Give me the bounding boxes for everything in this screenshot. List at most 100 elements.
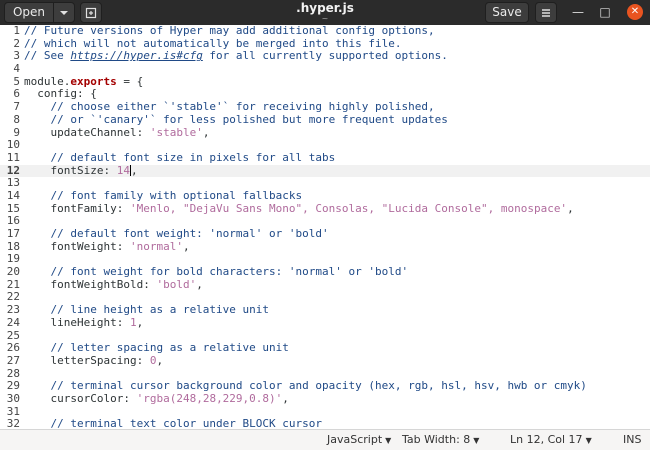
header-bar: Open .hyper.js ~ Save — □ ✕ <box>0 0 650 25</box>
line-text: letterSpacing: 0, <box>24 354 163 367</box>
line-text: fontWeightBold: 'bold', <box>24 277 203 291</box>
line-number: 20 <box>6 265 20 279</box>
gedit-window: Open .hyper.js ~ Save — □ ✕ 1 // Future v… <box>0 0 650 450</box>
code-line: 9 updateChannel: 'stable', <box>0 126 650 140</box>
save-button[interactable]: Save <box>485 2 529 23</box>
comment-text: // Future versions of Hyper may add addi… <box>24 25 435 37</box>
comment-link[interactable]: https://hyper.is#cfg <box>70 49 202 63</box>
punctuation: , <box>202 125 210 139</box>
code-line: 15 fontFamily: 'Menlo, "DejaVu Sans Mono… <box>0 201 650 216</box>
code-line: 5 module.exports = { <box>0 75 650 89</box>
property-value: 'bold' <box>156 277 197 291</box>
punctuation: , <box>156 353 164 367</box>
cursor-position-label: Ln 12, Col 17 <box>510 433 583 446</box>
status-bar: JavaScript ▼ Tab Width: 8 ▼ Ln 12, Col 17 ▼… <box>0 429 650 450</box>
property-key: letterSpacing: <box>24 353 150 367</box>
line-text: module.exports = { <box>24 75 143 88</box>
open-button[interactable]: Open <box>4 2 54 23</box>
line-number: 23 <box>6 303 20 317</box>
insert-mode-indicator: INS <box>623 433 642 446</box>
menu-button[interactable] <box>535 2 557 23</box>
line-number: 7 <box>13 100 20 114</box>
property-key: fontFamily: <box>24 201 130 215</box>
keyword: exports <box>70 74 117 88</box>
punctuation: , <box>136 315 144 329</box>
punctuation: , <box>282 391 289 405</box>
tab-width-label: Tab Width: 8 <box>402 433 471 446</box>
line-number: 11 <box>6 150 20 164</box>
line-number: 24 <box>6 315 20 329</box>
property-value: 'Menlo, "DejaVu Sans Mono", Consolas, "L… <box>129 201 568 215</box>
language-selector[interactable]: JavaScript ▼ <box>327 433 391 448</box>
comment-text: // or `'canary'` for less polished but m… <box>24 112 448 126</box>
code-line: 21 fontWeightBold: 'bold', <box>0 277 650 292</box>
line-text: // letter spacing as a relative unit <box>24 341 289 355</box>
property-key: fontSize: <box>24 163 117 177</box>
code-text: config: { <box>24 87 97 101</box>
maximize-button[interactable]: □ <box>597 4 613 20</box>
punctuation: , <box>182 239 190 253</box>
code-line: 27 letterSpacing: 0, <box>0 353 650 368</box>
line-number: 27 <box>6 353 20 367</box>
comment-text: // default font size in pixels for all t… <box>24 150 336 164</box>
line-number: 32 <box>6 417 20 429</box>
property-key: fontWeight: <box>24 239 130 253</box>
line-number: 8 <box>13 112 20 126</box>
line-number: 1 <box>13 25 20 37</box>
new-tab-button[interactable] <box>80 2 102 23</box>
window-title-block: .hyper.js ~ <box>220 1 430 23</box>
open-menu-button[interactable] <box>53 2 75 23</box>
tab-width-selector[interactable]: Tab Width: 8 ▼ <box>402 433 479 448</box>
line-text: config: { <box>24 87 97 101</box>
line-text: updateChannel: 'stable', <box>24 126 209 139</box>
line-text: // font family with optional fallbacks <box>24 189 302 202</box>
line-text: fontFamily: 'Menlo, "DejaVu Sans Mono", … <box>24 201 573 215</box>
comment-text: // line height as a relative unit <box>24 303 270 317</box>
line-text: // Future versions of Hyper may add addi… <box>24 25 435 37</box>
punctuation: , <box>196 277 203 291</box>
code-text: module.exports = { <box>24 74 144 88</box>
line-text: // terminal text color under BLOCK curso… <box>24 417 322 429</box>
code-line: 32 // terminal text color under BLOCK cu… <box>0 417 650 429</box>
property-key: fontWeightBold: <box>24 277 157 291</box>
property-key: updateChannel: <box>24 125 150 139</box>
chevron-down-icon <box>60 11 68 15</box>
line-text: // default font size in pixels for all t… <box>24 151 335 164</box>
line-number: 4 <box>13 62 20 76</box>
line-text: // See https://hyper.is#cfg for all curr… <box>24 49 448 63</box>
cursor-position[interactable]: Ln 12, Col 17 ▼ <box>510 433 592 448</box>
comment-text: // terminal cursor background color and … <box>24 379 587 393</box>
line-text: // line height as a relative unit <box>24 303 269 316</box>
close-button[interactable]: ✕ <box>627 4 643 20</box>
line-text: // choose either `'stable'` for receivin… <box>24 100 435 114</box>
comment-text: // letter spacing as a relative unit <box>24 341 289 355</box>
language-label: JavaScript <box>327 433 383 446</box>
property-value: 'normal' <box>129 239 183 253</box>
comment-text: // font weight for bold characters: 'nor… <box>24 265 409 279</box>
text-editor[interactable]: 1 // Future versions of Hyper may add add… <box>0 25 650 429</box>
window-subtitle: ~ <box>321 14 329 23</box>
property-key: lineHeight: <box>24 315 130 329</box>
code-line: 18 fontWeight: 'normal', <box>0 239 650 254</box>
line-number: 30 <box>6 391 20 405</box>
property-value: 'rgba(248,28,229,0.8)' <box>136 391 283 405</box>
comment-text: // which will not automatically be merge… <box>24 36 402 50</box>
minimize-button[interactable]: — <box>570 4 586 20</box>
punctuation: , <box>130 163 138 177</box>
hamburger-icon <box>542 9 550 17</box>
comment-text: // default font weight: 'normal' or 'bol… <box>24 227 329 240</box>
line-text: lineHeight: 1, <box>24 316 143 329</box>
comment-text: for all currently supported options. <box>202 49 448 63</box>
comment-text: // choose either `'stable'` for receivin… <box>24 100 435 114</box>
code-line: 24 lineHeight: 1, <box>0 315 650 330</box>
line-text: // which will not automatically be merge… <box>24 37 402 50</box>
line-text: // terminal cursor background color and … <box>24 379 587 393</box>
chevron-down-icon: ▼ <box>385 436 392 445</box>
comment-text: // font family with optional fallbacks <box>24 188 303 202</box>
line-number: 26 <box>6 341 20 355</box>
line-text: // default font weight: 'normal' or 'bol… <box>24 227 329 240</box>
comment-text: // terminal text color under BLOCK curso… <box>24 417 323 429</box>
property-value: 14 <box>116 163 130 177</box>
line-text: // or `'canary'` for less polished but m… <box>24 112 448 126</box>
line-number: 14 <box>6 188 20 202</box>
